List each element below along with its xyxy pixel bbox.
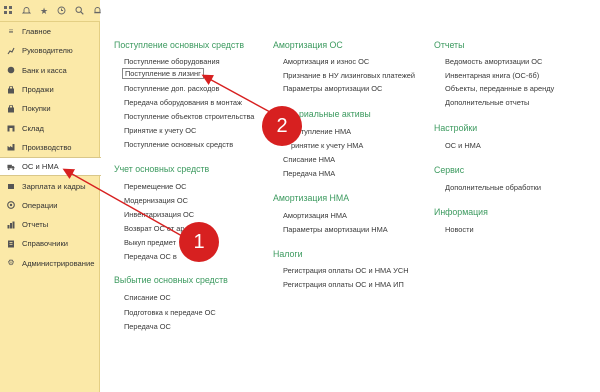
sidebar-item-label: Администрирование bbox=[22, 258, 95, 268]
bank-icon bbox=[7, 66, 15, 74]
link-os-transfer[interactable]: Передача ОС в bbox=[124, 252, 177, 261]
sales-icon bbox=[7, 85, 15, 94]
link-leasing-receipt[interactable]: Поступление в лизинг bbox=[122, 68, 204, 79]
link-additional-processing[interactable]: Дополнительные обработки bbox=[445, 183, 541, 192]
link-transfer-to-install[interactable]: Передача оборудования в монтаж bbox=[124, 98, 242, 107]
section-title-settings: Настройки bbox=[434, 123, 478, 133]
link-leasing-payments[interactable]: Признание в НУ лизинговых платежей bbox=[283, 71, 415, 80]
sidebar-item-bank[interactable]: Банк и касса bbox=[0, 61, 100, 80]
sidebar-item-label: Операции bbox=[22, 200, 58, 210]
sidebar-item-purchases[interactable]: Покупки bbox=[0, 99, 100, 118]
link-payment-usn[interactable]: Регистрация оплаты ОС и НМА УСН bbox=[283, 266, 409, 275]
sidebar-toolbar: ★ bbox=[0, 0, 101, 22]
warehouse-icon bbox=[7, 124, 15, 132]
sidebar-item-label: Продажи bbox=[22, 85, 54, 95]
sidebar-item-label: Справочники bbox=[22, 239, 69, 249]
link-os-movement[interactable]: Перемещение ОС bbox=[124, 182, 186, 191]
link-leased-objects[interactable]: Объекты, переданные в аренду bbox=[445, 84, 554, 93]
sidebar-item-label: Главное bbox=[22, 27, 52, 37]
section-title-accounting: Учет основных средств bbox=[114, 164, 210, 174]
production-icon bbox=[7, 143, 15, 151]
operations-icon bbox=[7, 201, 15, 210]
sidebar-item-label: Отчеты bbox=[22, 220, 49, 230]
link-os-writeoff[interactable]: Списание ОС bbox=[124, 293, 171, 302]
link-construction-objects[interactable]: Поступление объектов строительства bbox=[124, 112, 254, 121]
sidebar-item-directories[interactable]: Справочники bbox=[0, 234, 100, 253]
section-title-info: Информация bbox=[434, 207, 488, 217]
link-buyout[interactable]: Выкуп предмет bbox=[124, 238, 176, 247]
sidebar-item-manager[interactable]: Руководителю bbox=[0, 41, 100, 60]
sidebar-item-admin[interactable]: ⚙ Администрирование bbox=[0, 254, 100, 273]
link-os-handover[interactable]: Передача ОС bbox=[124, 322, 171, 331]
link-nma-depreciation-params[interactable]: Параметры амортизации НМА bbox=[283, 225, 388, 234]
section-title-taxes: Налоги bbox=[273, 249, 303, 259]
sidebar-nav: ≡ Главное Руководителю Банк и касса Прод… bbox=[0, 22, 101, 273]
link-os-receipt[interactable]: Поступление основных средств bbox=[124, 140, 233, 149]
section-title-reports: Отчеты bbox=[434, 40, 465, 50]
section-title-service: Сервис bbox=[434, 165, 465, 175]
link-news[interactable]: Новости bbox=[445, 225, 474, 234]
gear-icon: ⚙ bbox=[7, 258, 15, 268]
link-os-inventory[interactable]: Инвентаризация ОС bbox=[124, 210, 194, 219]
sidebar-item-sales[interactable]: Продажи bbox=[0, 80, 100, 99]
sidebar-item-label: Банк и касса bbox=[22, 65, 67, 75]
grid-icon[interactable] bbox=[4, 6, 13, 16]
link-extra-costs[interactable]: Поступление доп. расходов bbox=[124, 84, 219, 93]
link-os-modernization[interactable]: Модернизация ОС bbox=[124, 196, 188, 205]
link-depreciation-wear[interactable]: Амортизация и износ ОС bbox=[283, 57, 369, 66]
sidebar-item-warehouse[interactable]: Склад bbox=[0, 118, 100, 137]
sidebar-item-label: Зарплата и кадры bbox=[22, 181, 86, 191]
link-inventory-book[interactable]: Инвентарная книга (ОС-6б) bbox=[445, 71, 539, 80]
purchases-icon bbox=[7, 104, 15, 113]
sidebar-item-label: Склад bbox=[22, 123, 44, 133]
main-content: Поступление основных средств Поступление… bbox=[101, 0, 600, 392]
link-payment-ip[interactable]: Регистрация оплаты ОС и НМА ИП bbox=[283, 280, 404, 289]
sidebar-item-label: ОС и НМА bbox=[22, 162, 59, 172]
sidebar-item-reports[interactable]: Отчеты bbox=[0, 215, 100, 234]
section-title-disposal: Выбытие основных средств bbox=[114, 275, 228, 285]
sidebar-item-operations[interactable]: Операции bbox=[0, 196, 100, 215]
sidebar-item-salary[interactable]: Зарплата и кадры bbox=[0, 176, 100, 195]
link-nma-receipt[interactable]: ступление НМА bbox=[297, 127, 351, 136]
link-accept-os[interactable]: Принятие к учету ОС bbox=[124, 126, 196, 135]
section-title-nma-depreciation: Амортизация НМА bbox=[273, 193, 350, 203]
chart-icon bbox=[7, 47, 15, 55]
link-nma-depreciation[interactable]: Амортизация НМА bbox=[283, 211, 347, 220]
link-nma-transfer[interactable]: Передача НМА bbox=[283, 169, 335, 178]
section-title-os-depreciation: Амортизация ОС bbox=[273, 40, 343, 50]
staff-icon bbox=[7, 182, 15, 190]
sidebar-item-label: Руководителю bbox=[22, 46, 73, 56]
sidebar-item-label: Производство bbox=[22, 142, 72, 152]
link-os-return[interactable]: Возврат ОС от ар bbox=[124, 224, 185, 233]
star-icon[interactable]: ★ bbox=[40, 6, 48, 16]
link-nma-writeoff[interactable]: Списание НМА bbox=[283, 155, 335, 164]
link-settings-os-nma[interactable]: ОС и НМА bbox=[445, 141, 481, 150]
sidebar-item-main[interactable]: ≡ Главное bbox=[0, 22, 100, 41]
sidebar: ★ ≡ Главное Руководителю Банк и касса Пр… bbox=[0, 0, 101, 392]
menu-icon: ≡ bbox=[8, 26, 14, 36]
link-os-depreciation-params[interactable]: Параметры амортизации ОС bbox=[283, 84, 382, 93]
link-nma-accept[interactable]: ринятие к учету НМА bbox=[291, 141, 363, 150]
reports-icon bbox=[7, 221, 15, 229]
sidebar-item-label: Покупки bbox=[22, 104, 51, 114]
section-title-intangible: риальные активы bbox=[299, 109, 371, 119]
link-prepare-transfer[interactable]: Подготовка к передаче ОС bbox=[124, 308, 216, 317]
annotation-badge-1: 1 bbox=[179, 222, 219, 262]
history-icon[interactable] bbox=[57, 6, 66, 16]
annotation-badge-2: 2 bbox=[262, 106, 302, 146]
truck-icon bbox=[7, 163, 15, 171]
link-depreciation-statement[interactable]: Ведомость амортизации ОС bbox=[445, 57, 542, 66]
sidebar-item-fixed-assets[interactable]: ОС и НМА bbox=[0, 157, 101, 177]
directory-icon bbox=[7, 240, 15, 248]
sidebar-item-production[interactable]: Производство bbox=[0, 138, 100, 157]
bell-icon[interactable] bbox=[22, 6, 31, 16]
link-equipment-receipt[interactable]: Поступление оборудования bbox=[124, 57, 220, 66]
section-title-receipt: Поступление основных средств bbox=[114, 40, 244, 50]
search-icon[interactable] bbox=[75, 6, 84, 16]
link-additional-reports[interactable]: Дополнительные отчеты bbox=[445, 98, 529, 107]
